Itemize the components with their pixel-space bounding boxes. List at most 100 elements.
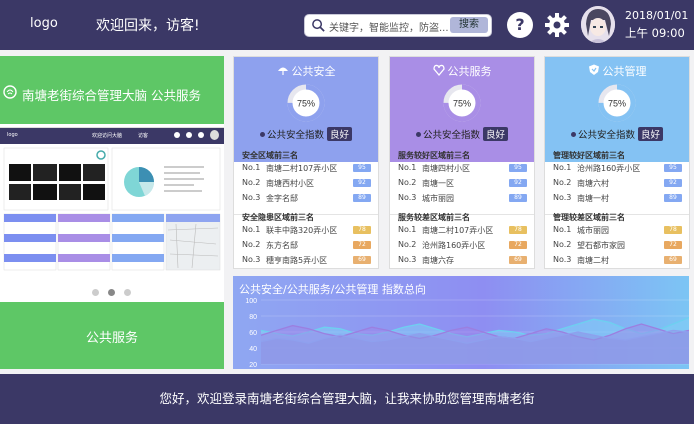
- score-tag: 89: [353, 194, 371, 202]
- rank-row[interactable]: No.3 金字名邸 89: [242, 193, 372, 204]
- score-tag: 95: [509, 164, 527, 172]
- rank-no: No.2: [553, 178, 572, 187]
- section-title: 安全隐患区域前三名: [242, 213, 314, 222]
- rank-no: No.2: [398, 178, 417, 187]
- card-2[interactable]: 公共管理 75% 公共安全指数 良好 管理较好区域前三名 No.1 沧州路160弄小区 95 N…: [544, 56, 690, 269]
- percent-text: 75%: [297, 99, 315, 109]
- rank-row[interactable]: No.1 城市丽园 78: [553, 225, 683, 236]
- umbrella-icon: [277, 67, 288, 75]
- carousel-dot[interactable]: [92, 289, 99, 296]
- search-box[interactable]: 关键字，智能监控，防盗... 搜索: [304, 14, 492, 37]
- preview-screenshot[interactable]: logo 欢迎访问大脑 访客: [0, 127, 224, 275]
- card-title-text: 公共服务: [447, 65, 492, 78]
- rank-row[interactable]: No.2 南塘六村 92: [553, 178, 683, 189]
- card-0[interactable]: 公共安全 75% 公共安全指数 良好 安全区域前三名 No.1 南塘二村107弄小区 95 No…: [233, 56, 379, 269]
- rank-row[interactable]: No.3 穗亨南路5弄小区 69: [242, 255, 372, 266]
- area-name: 南塘六村: [577, 179, 609, 188]
- area-name: 金字名邸: [266, 194, 298, 203]
- area-name: 联丰中路320弄小区: [266, 226, 338, 235]
- card-title: 公共安全: [234, 63, 378, 79]
- rank-row[interactable]: No.1 南塘二村107弄小区 78: [398, 225, 528, 236]
- logo[interactable]: logo: [30, 16, 58, 31]
- score-tag: 72: [353, 241, 371, 249]
- area-name: 南塘西村小区: [266, 179, 314, 188]
- percent-text: 75%: [608, 99, 626, 109]
- area-name: 南塘一村: [577, 194, 609, 203]
- card-title: 公共服务: [390, 63, 534, 79]
- score-tag: 69: [509, 256, 527, 264]
- rank-row[interactable]: No.1 南塘四村小区 95: [398, 163, 528, 174]
- search-input[interactable]: 关键字，智能监控，防盗...: [329, 19, 453, 34]
- index-label: 公共安全指数: [266, 130, 324, 141]
- section-title: 服务较差区域前三名: [398, 213, 470, 222]
- score-tag: 89: [509, 194, 527, 202]
- rank-no: No.2: [242, 240, 261, 249]
- shield-icon: [588, 64, 599, 75]
- rank-row[interactable]: No.3 南塘二村 69: [553, 255, 683, 266]
- left-panel-title-text: 南塘老街综合管理大脑 公共服务: [22, 88, 201, 103]
- y-tick-label: 100: [245, 298, 257, 305]
- score-tag: 78: [353, 226, 371, 234]
- score-tag: 95: [664, 164, 682, 172]
- preview-bar-title: 欢迎访问大脑: [92, 133, 123, 139]
- card-1[interactable]: 公共服务 75% 公共安全指数 良好 服务较好区域前三名 No.1 南塘四村小区 95 No.2…: [389, 56, 535, 269]
- rank-row[interactable]: No.2 东方名邸 72: [242, 240, 372, 251]
- area-name: 南塘二村107弄小区: [266, 164, 338, 173]
- y-tick-label: 80: [249, 314, 257, 321]
- rank-row[interactable]: No.3 南塘六存 69: [398, 255, 528, 266]
- area-name: 望石都市家园: [577, 241, 625, 250]
- bullet-dot: [259, 132, 265, 137]
- rank-row[interactable]: No.2 南塘西村小区 92: [242, 178, 372, 189]
- carousel-dot[interactable]: [124, 289, 131, 296]
- area-name: 沧州路160弄小区: [422, 241, 486, 250]
- carousel-dot-active[interactable]: [108, 289, 115, 296]
- search-button[interactable]: 搜索: [450, 17, 488, 33]
- bullet-dot: [415, 132, 421, 137]
- rank-no: No.1: [242, 163, 261, 172]
- rank-no: No.3: [398, 193, 417, 202]
- rank-row[interactable]: No.2 南塘一区 92: [398, 178, 528, 189]
- footer-message: 您好，欢迎登录南塘老街综合管理大脑，让我来协助您管理南塘老街: [0, 374, 694, 424]
- brain-icon: [3, 85, 17, 99]
- card-title: 公共管理: [545, 63, 689, 79]
- preview-gear-icon: [198, 132, 204, 138]
- rank-row[interactable]: No.3 城市丽园 89: [398, 193, 528, 204]
- rank-no: No.3: [242, 193, 261, 202]
- preview-bar: logo 欢迎访问大脑 访客: [0, 128, 224, 144]
- preview-content: [3, 147, 221, 271]
- score-tag: 69: [353, 256, 371, 264]
- rank-row[interactable]: No.1 南塘二村107弄小区 95: [242, 163, 372, 174]
- left-panel-title: 南塘老街综合管理大脑 公共服务: [0, 56, 224, 124]
- carousel-dots[interactable]: [92, 281, 140, 300]
- time-text: 上午 09:00: [625, 26, 685, 40]
- chart-plot: 100 80 60 40 20: [245, 298, 689, 369]
- index-line: 公共安全指数 良好: [545, 127, 689, 141]
- area-name: 城市丽园: [422, 194, 454, 203]
- rank-row[interactable]: No.2 沧州路160弄小区 72: [398, 240, 528, 251]
- y-tick-label: 60: [249, 330, 257, 337]
- percent-ring: 75%: [598, 84, 636, 122]
- rank-row[interactable]: No.1 沧州路160弄小区 95: [553, 163, 683, 174]
- rank-row[interactable]: No.2 望石都市家园 72: [553, 240, 683, 251]
- percent-text: 75%: [453, 99, 471, 109]
- area-name: 南塘四村小区: [422, 164, 470, 173]
- index-label: 公共安全指数: [577, 130, 635, 141]
- gear-icon[interactable]: [543, 11, 571, 39]
- percent-ring: 75%: [287, 84, 325, 122]
- area-name: 南塘二村107弄小区: [422, 226, 494, 235]
- index-trend-chart: 公共安全/公共服务/公共管理 指数总向 100 80 60 40 20: [233, 276, 689, 369]
- score-tag: 72: [664, 241, 682, 249]
- index-badge: 良好: [327, 127, 353, 141]
- top-header: logo 欢迎回来，访客! 关键字，智能监控，防盗... 搜索 ? 2018/0…: [0, 0, 694, 50]
- score-tag: 92: [509, 179, 527, 187]
- help-icon[interactable]: ?: [507, 12, 533, 38]
- rank-row[interactable]: No.3 南塘一村 89: [553, 193, 683, 204]
- rank-no: No.1: [398, 225, 417, 234]
- rank-no: No.1: [242, 225, 261, 234]
- public-service-button[interactable]: 公共服务: [0, 302, 224, 369]
- rank-row[interactable]: No.1 联丰中路320弄小区 78: [242, 225, 372, 236]
- area-name: 南塘一区: [422, 179, 454, 188]
- avatar[interactable]: [581, 6, 615, 43]
- rank-no: No.1: [398, 163, 417, 172]
- rank-no: No.2: [553, 240, 572, 249]
